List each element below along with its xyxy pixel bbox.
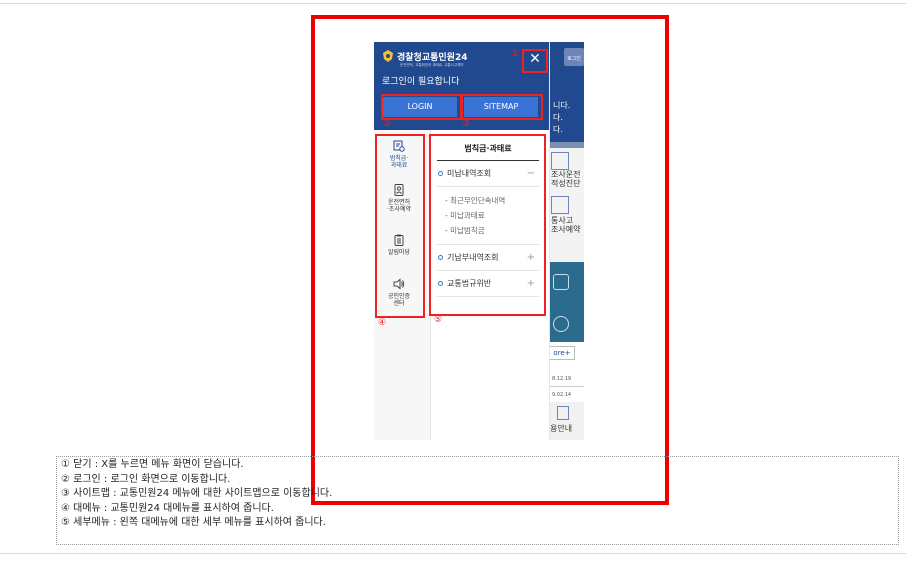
annotation-box-sitemap xyxy=(461,94,543,120)
background-teal-panel xyxy=(549,262,584,342)
annotation-number-3: ③ xyxy=(462,119,471,129)
background-header: 로그인 니다. 다. 다. xyxy=(549,42,584,142)
annotation-number-1: ① xyxy=(511,49,520,59)
check-icon xyxy=(553,274,569,290)
background-login-label: 로그인 xyxy=(567,56,581,62)
background-more-label: ore+ xyxy=(553,349,571,357)
background-header-line-2: 다. xyxy=(553,113,563,122)
background-login-button[interactable]: 로그인 xyxy=(564,48,584,66)
brand-tagline: 운전면허, 교통위반과 과태료, 교통사고예약 xyxy=(400,63,464,67)
search-icon xyxy=(553,316,569,332)
reservation-icon xyxy=(551,196,569,214)
legend-item-close: ① 닫기 : X를 누르면 메뉴 화면이 닫습니다. xyxy=(61,459,244,470)
background-date-1: 8.12.19 xyxy=(552,376,572,382)
legend-item-login: ② 로그인 : 로그인 화면으로 이동합니다. xyxy=(61,473,231,485)
annotation-box-sub-menu xyxy=(429,134,546,316)
police-badge-icon xyxy=(383,50,393,62)
annotation-box-close xyxy=(522,49,548,73)
annotation-number-2: ② xyxy=(383,119,392,129)
annotation-number-5: ⑤ xyxy=(434,315,443,325)
bottom-divider xyxy=(0,553,906,554)
top-divider xyxy=(0,3,906,4)
background-app: 로그인 니다. 다. 다. 조사운전 적성진단 통사고 조사예약 ore+ 8.… xyxy=(549,42,584,440)
annotation-box-main-menu xyxy=(375,134,425,318)
brand-title: 경찰청교통민원24 xyxy=(397,53,468,63)
login-required-message: 로그인이 필요합니다 xyxy=(382,77,460,87)
background-item-diagnosis[interactable]: 조사운전 적성진단 xyxy=(551,170,580,188)
legend-item-sub-menu: ⑤ 세부메뉴 : 왼쪽 대메뉴에 대한 세부 메뉴를 표시하여 줍니다. xyxy=(61,517,326,528)
background-divider xyxy=(549,386,584,387)
diagnosis-icon xyxy=(551,152,569,170)
background-header-line-3: 다. xyxy=(553,125,563,134)
guide-icon xyxy=(557,406,569,420)
legend-box: ① 닫기 : X를 누르면 메뉴 화면이 닫습니다. ② 로그인 : 로그인 화… xyxy=(56,456,899,545)
background-item-reservation[interactable]: 통사고 조사예약 xyxy=(551,216,580,234)
annotation-number-4: ④ xyxy=(378,318,387,328)
background-bottom-nav: 용안내 xyxy=(549,402,584,440)
background-date-2: 9.02.14 xyxy=(552,392,572,398)
legend-item-main-menu: ④ 대메뉴 : 교통민원24 대메뉴를 표시하여 줍니다. xyxy=(61,502,274,514)
background-more-button[interactable]: ore+ xyxy=(549,346,575,360)
legend-item-sitemap: ③ 사이트맵 : 교통민원24 메뉴에 대한 사이트맵으로 이동합니다. xyxy=(61,488,333,499)
background-guide-label[interactable]: 용안내 xyxy=(550,424,572,433)
background-header-line-1: 니다. xyxy=(553,101,571,110)
annotation-box-login xyxy=(381,94,462,120)
